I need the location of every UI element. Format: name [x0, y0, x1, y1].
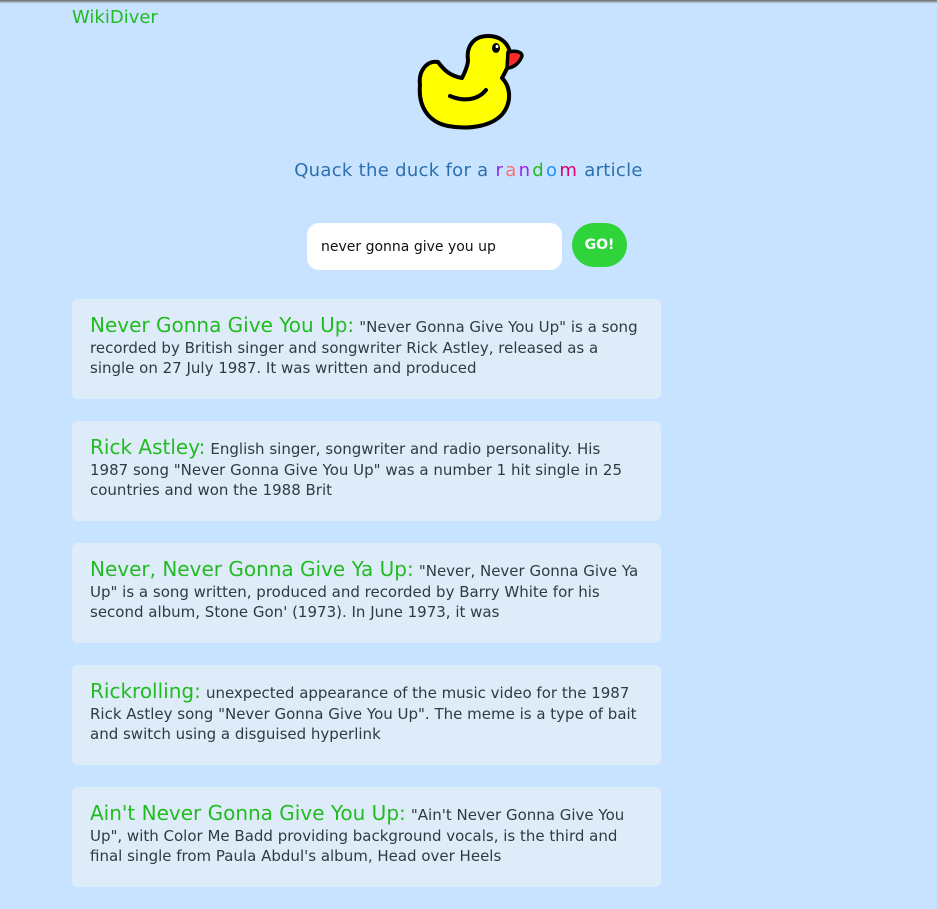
result-card[interactable]: Rickrolling: unexpected appearance of th…: [72, 665, 661, 765]
rubber-duck-icon[interactable]: [410, 30, 526, 132]
result-title[interactable]: Never, Never Gonna Give Ya Up:: [90, 557, 414, 581]
go-button[interactable]: GO!: [572, 223, 627, 267]
tagline: Quack the duck for a random article: [0, 160, 937, 181]
results-list: Never Gonna Give You Up: "Never Gonna Gi…: [72, 299, 661, 909]
result-title[interactable]: Ain't Never Gonna Give You Up:: [90, 801, 406, 825]
result-title[interactable]: Never Gonna Give You Up:: [90, 313, 354, 337]
random-letter: n: [518, 160, 531, 181]
random-word: random: [495, 160, 579, 181]
result-title[interactable]: Rick Astley:: [90, 435, 205, 459]
random-letter: d: [532, 160, 545, 181]
search-input[interactable]: [307, 223, 562, 270]
result-card[interactable]: Never, Never Gonna Give Ya Up: "Never, N…: [72, 543, 661, 643]
random-letter: r: [495, 160, 504, 181]
tagline-suffix: article: [584, 160, 643, 181]
result-card[interactable]: Never Gonna Give You Up: "Never Gonna Gi…: [72, 299, 661, 399]
brand-logo-link[interactable]: WikiDiver: [72, 7, 158, 28]
random-letter: a: [505, 160, 517, 181]
top-edge: [0, 0, 937, 3]
result-card[interactable]: Rick Astley: English singer, songwriter …: [72, 421, 661, 521]
random-letter: o: [546, 160, 558, 181]
result-card[interactable]: Ain't Never Gonna Give You Up: "Ain't Ne…: [72, 787, 661, 887]
result-title[interactable]: Rickrolling:: [90, 679, 201, 703]
random-letter: m: [559, 160, 578, 181]
tagline-prefix: Quack the duck for a: [294, 160, 489, 181]
